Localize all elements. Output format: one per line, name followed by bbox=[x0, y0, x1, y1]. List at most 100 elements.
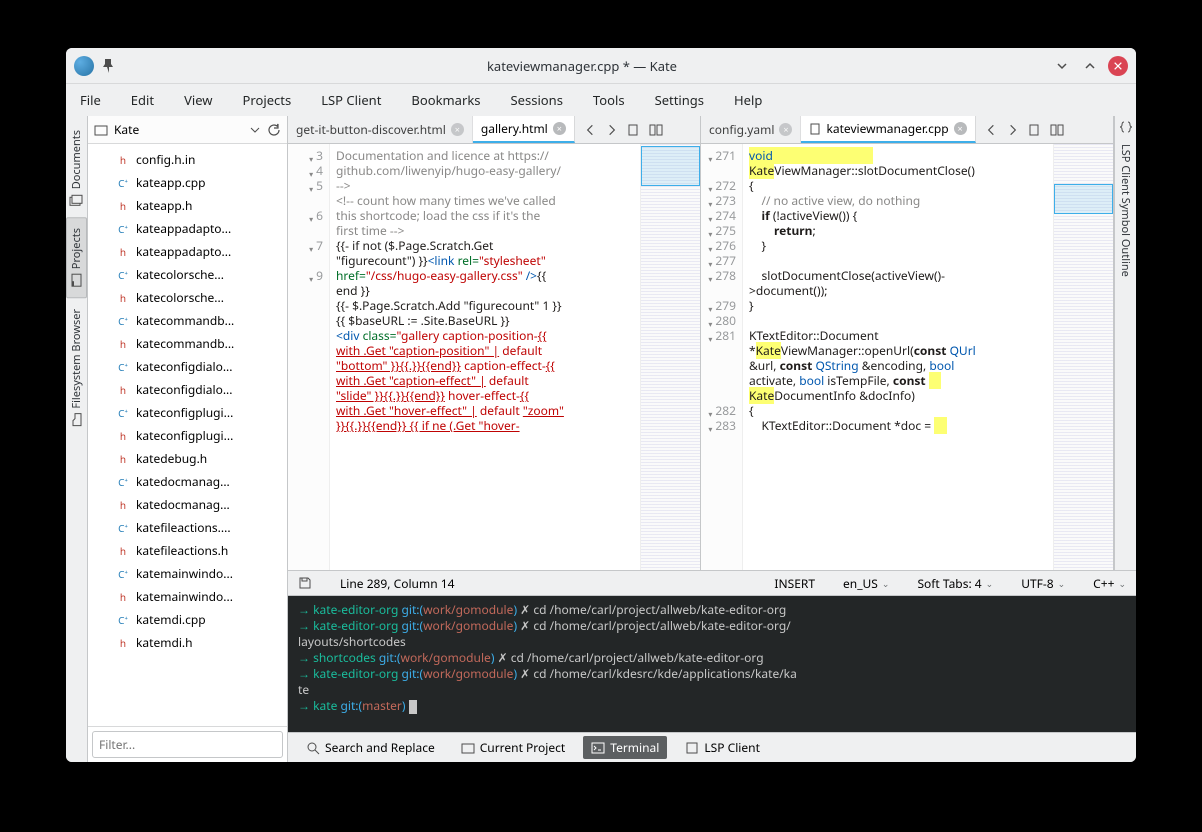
close-icon[interactable]: × bbox=[779, 123, 792, 136]
nav-forward-icon[interactable] bbox=[605, 123, 619, 137]
save-icon[interactable] bbox=[298, 576, 312, 590]
code-content[interactable]: Documentation and licence at https:// gi… bbox=[330, 144, 640, 570]
right-tool-rail: LSP Client Symbol Outline bbox=[1114, 116, 1136, 570]
h-file-icon: h bbox=[116, 498, 130, 512]
status-position[interactable]: Line 289, Column 14 bbox=[340, 575, 454, 592]
tab-gallery[interactable]: gallery.html × bbox=[473, 116, 575, 143]
tree-item[interactable]: hkatecolorsche... bbox=[88, 286, 287, 309]
rail-filesystem-browser[interactable]: Filesystem Browser bbox=[67, 299, 86, 437]
h-file-icon: h bbox=[116, 544, 130, 558]
code-content[interactable]: void KateViewManager::slotDocumentClose(… bbox=[743, 144, 1053, 570]
h-file-icon: h bbox=[116, 452, 130, 466]
projects-sidebar: Kate hconfig.h.inC⁺kateapp.cpphkateapp.h… bbox=[88, 116, 288, 762]
tree-item[interactable]: C⁺katemainwindo... bbox=[88, 562, 287, 585]
tree-item[interactable]: hkateapp.h bbox=[88, 194, 287, 217]
editor-pane-left: get-it-button-discover.html × gallery.ht… bbox=[288, 116, 701, 570]
cpp-file-icon: C⁺ bbox=[116, 475, 130, 489]
tree-item[interactable]: C⁺kateappadapto... bbox=[88, 217, 287, 240]
bottom-lsp-client[interactable]: LSP Client bbox=[677, 736, 768, 759]
menu-lsp-client[interactable]: LSP Client bbox=[315, 87, 387, 113]
status-softtabs[interactable]: Soft Tabs: 4 ⌄ bbox=[917, 575, 993, 592]
tree-item[interactable]: C⁺katemdi.cpp bbox=[88, 608, 287, 631]
tree-item[interactable]: hkateappadapto... bbox=[88, 240, 287, 263]
tree-item[interactable]: hkatedebug.h bbox=[88, 447, 287, 470]
terminal-panel[interactable]: → kate-editor-org git:(work/gomodule) ✗ … bbox=[288, 596, 1136, 732]
split-icon[interactable] bbox=[649, 123, 663, 137]
left-tool-rail: Documents Projects Filesystem Browser bbox=[66, 116, 88, 762]
h-file-icon: h bbox=[116, 153, 130, 167]
tabbar-right: config.yaml × kateviewmanager.cpp × bbox=[701, 116, 1113, 144]
bottom-terminal[interactable]: Terminal bbox=[583, 736, 667, 759]
maximize-button[interactable] bbox=[1080, 56, 1100, 76]
tree-item[interactable]: C⁺katedocmanag... bbox=[88, 470, 287, 493]
status-locale[interactable]: en_US ⌄ bbox=[843, 575, 889, 592]
menu-view[interactable]: View bbox=[178, 87, 218, 113]
tree-item[interactable]: hconfig.h.in bbox=[88, 148, 287, 171]
bottom-search-replace[interactable]: Search and Replace bbox=[298, 736, 443, 759]
reload-icon[interactable] bbox=[267, 123, 281, 137]
nav-forward-icon[interactable] bbox=[1006, 123, 1020, 137]
tree-item[interactable]: hkateconfigplugi... bbox=[88, 424, 287, 447]
minimap[interactable] bbox=[1053, 144, 1113, 570]
status-mode: INSERT bbox=[774, 575, 815, 592]
rail-projects[interactable]: Projects bbox=[66, 217, 87, 298]
nav-back-icon[interactable] bbox=[583, 123, 597, 137]
close-icon[interactable]: × bbox=[553, 122, 566, 135]
menubar: File Edit View Projects LSP Client Bookm… bbox=[66, 84, 1136, 116]
menu-file[interactable]: File bbox=[74, 87, 107, 113]
chevron-down-icon[interactable] bbox=[249, 124, 261, 136]
status-language[interactable]: C++ ⌄ bbox=[1093, 575, 1126, 592]
nav-back-icon[interactable] bbox=[984, 123, 998, 137]
minimize-button[interactable] bbox=[1052, 56, 1072, 76]
tree-item[interactable]: hkatecommandb... bbox=[88, 332, 287, 355]
menu-sessions[interactable]: Sessions bbox=[505, 87, 569, 113]
h-file-icon: h bbox=[116, 337, 130, 351]
tree-item[interactable]: C⁺kateconfigplugi... bbox=[88, 401, 287, 424]
tree-item[interactable]: C⁺katecolorsche... bbox=[88, 263, 287, 286]
tree-item[interactable]: C⁺kateconfigdialo... bbox=[88, 355, 287, 378]
menu-bookmarks[interactable]: Bookmarks bbox=[405, 87, 486, 113]
tab-kateviewmanager[interactable]: kateviewmanager.cpp × bbox=[801, 116, 975, 143]
bottom-current-project[interactable]: Current Project bbox=[453, 736, 574, 759]
lsp-icon bbox=[685, 741, 699, 755]
file-tree[interactable]: hconfig.h.inC⁺kateapp.cpphkateapp.hC⁺kat… bbox=[88, 144, 287, 726]
tree-item[interactable]: C⁺kateapp.cpp bbox=[88, 171, 287, 194]
tree-item[interactable]: hkatemdi.h bbox=[88, 631, 287, 654]
h-file-icon: h bbox=[116, 245, 130, 259]
tab-config-yaml[interactable]: config.yaml × bbox=[701, 116, 801, 143]
new-doc-icon[interactable] bbox=[627, 123, 641, 137]
menu-settings[interactable]: Settings bbox=[649, 87, 710, 113]
menu-tools[interactable]: Tools bbox=[587, 87, 631, 113]
h-file-icon: h bbox=[116, 590, 130, 604]
h-file-icon: h bbox=[116, 429, 130, 443]
close-button[interactable] bbox=[1108, 56, 1128, 76]
braces-icon[interactable] bbox=[1119, 120, 1133, 134]
menu-help[interactable]: Help bbox=[728, 87, 768, 113]
tab-get-it-button[interactable]: get-it-button-discover.html × bbox=[288, 116, 473, 143]
tree-item[interactable]: C⁺katefileactions.... bbox=[88, 516, 287, 539]
minimap[interactable] bbox=[640, 144, 700, 570]
statusbar: Line 289, Column 14 INSERT en_US ⌄ Soft … bbox=[288, 570, 1136, 596]
tree-item[interactable]: hkatefileactions.h bbox=[88, 539, 287, 562]
pin-icon[interactable] bbox=[100, 58, 116, 74]
status-encoding[interactable]: UTF-8 ⌄ bbox=[1021, 575, 1065, 592]
rail-documents[interactable]: Documents bbox=[67, 120, 86, 217]
tree-item[interactable]: hkatedocmanag... bbox=[88, 493, 287, 516]
project-icon bbox=[461, 741, 475, 755]
close-icon[interactable]: × bbox=[451, 123, 464, 136]
bottom-tool-bar: Search and Replace Current Project Termi… bbox=[288, 732, 1136, 762]
menu-projects[interactable]: Projects bbox=[237, 87, 298, 113]
app-icon bbox=[74, 56, 94, 76]
code-area-left[interactable]: ▾3▾4▾5▾6▾7▾9 Documentation and licence a… bbox=[288, 144, 700, 570]
new-doc-icon[interactable] bbox=[1028, 123, 1042, 137]
tree-item[interactable]: C⁺katecommandb... bbox=[88, 309, 287, 332]
tree-item[interactable]: hkateconfigdialo... bbox=[88, 378, 287, 401]
filter-input[interactable] bbox=[92, 731, 283, 758]
code-area-right[interactable]: ▾271▾272▾273▾274▾275▾276▾277▾278▾279▾280… bbox=[701, 144, 1113, 570]
tree-item[interactable]: hkatemainwindo... bbox=[88, 585, 287, 608]
close-icon[interactable]: × bbox=[954, 122, 967, 135]
cpp-file-icon: C⁺ bbox=[116, 406, 130, 420]
split-icon[interactable] bbox=[1050, 123, 1064, 137]
rail-lsp-symbol-outline[interactable]: LSP Client Symbol Outline bbox=[1116, 134, 1135, 287]
menu-edit[interactable]: Edit bbox=[125, 87, 160, 113]
